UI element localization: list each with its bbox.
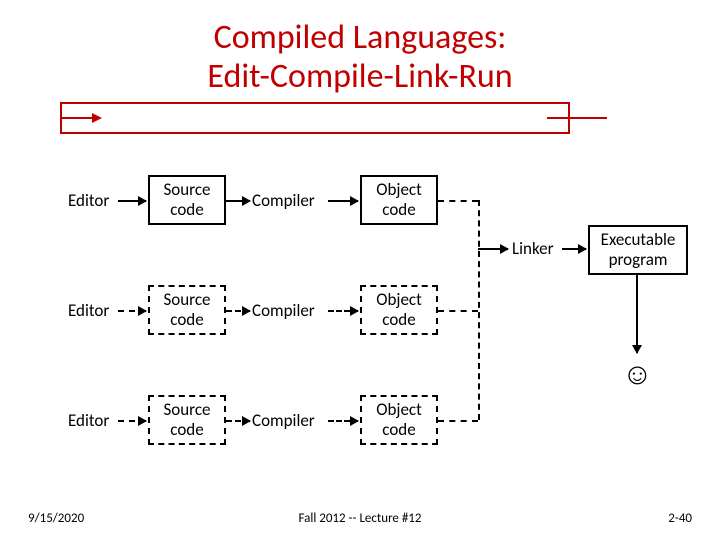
title-underline-box (60, 102, 570, 134)
title-arrow-icon (62, 117, 100, 119)
compiler-label-3: Compiler (252, 410, 315, 431)
dashed-arrow-icon (226, 420, 250, 422)
footer-page-number: 2-40 (668, 511, 692, 526)
arrow-down-icon (636, 275, 638, 353)
title-line-2: Edit-Compile-Link-Run (207, 56, 512, 97)
editor-label-3: Editor (68, 410, 109, 431)
arrow-icon (118, 200, 146, 202)
slide-title: Compiled Languages: Edit-Compile-Link-Ru… (0, 18, 720, 96)
executable-box: Executable program (588, 225, 688, 275)
compiler-label-2: Compiler (252, 300, 315, 321)
arrow-icon (478, 248, 508, 250)
connector-line (438, 420, 478, 422)
source-code-box-3: Source code (148, 395, 226, 445)
connector-line (438, 200, 478, 202)
dashed-arrow-icon (328, 310, 358, 312)
dashed-arrow-icon (118, 420, 146, 422)
footer-lecture: Fall 2012 -- Lecture #12 (0, 511, 720, 526)
editor-label-2: Editor (68, 300, 109, 321)
object-code-box-3: Object code (360, 395, 438, 445)
object-code-box-2: Object code (360, 285, 438, 335)
source-code-box-2: Source code (148, 285, 226, 335)
arrow-icon (328, 200, 358, 202)
slide: Compiled Languages: Edit-Compile-Link-Ru… (0, 0, 720, 540)
arrow-icon (562, 248, 586, 250)
linker-label: Linker (512, 238, 554, 259)
connector-line (438, 310, 478, 312)
dashed-arrow-icon (328, 420, 358, 422)
arrow-icon (226, 200, 250, 202)
object-code-box-1: Object code (360, 175, 438, 225)
title-right-line (547, 117, 607, 119)
compiler-label-1: Compiler (252, 190, 315, 211)
dashed-arrow-icon (226, 310, 250, 312)
smiley-icon: ☺ (622, 356, 653, 393)
dashed-arrow-icon (118, 310, 146, 312)
editor-label-1: Editor (68, 190, 109, 211)
title-line-1: Compiled Languages: (214, 17, 507, 58)
connector-vertical-line (478, 200, 480, 420)
source-code-box-1: Source code (148, 175, 226, 225)
